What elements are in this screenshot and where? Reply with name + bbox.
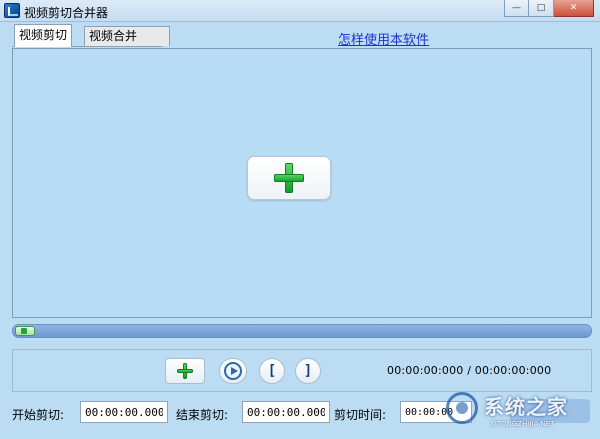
play-icon	[224, 362, 242, 380]
tab-video-merge[interactable]: 视频合并	[84, 26, 170, 46]
green-plus-icon	[177, 363, 193, 379]
watermark-text: 系统之家	[484, 395, 568, 419]
maximize-button[interactable]: □	[529, 0, 554, 17]
set-end-button[interactable]: ]	[295, 358, 321, 384]
bracket-right-icon: ]	[303, 363, 313, 379]
start-cut-label: 开始剪切:	[12, 408, 65, 422]
time-display: 00:00:00:000 / 00:00:00:000	[387, 364, 552, 377]
add-file-button[interactable]	[165, 358, 205, 384]
set-start-button[interactable]: [	[259, 358, 285, 384]
close-button[interactable]: ✕	[554, 0, 594, 17]
watermark-logo-icon	[446, 392, 478, 424]
end-cut-input[interactable]	[242, 401, 330, 423]
how-to-use-link[interactable]: 怎样使用本软件	[338, 29, 429, 48]
window-controls: — □ ✕	[504, 0, 594, 18]
minimize-button[interactable]: —	[504, 0, 529, 17]
tab-strip: 视频剪切 视频合并	[12, 24, 170, 47]
bracket-left-icon: [	[267, 363, 277, 379]
green-plus-icon	[274, 163, 304, 193]
play-button[interactable]	[219, 358, 247, 384]
window-title: 视频剪切合并器	[24, 6, 109, 20]
cut-duration-label: 剪切时间:	[334, 408, 387, 422]
add-video-button[interactable]	[247, 156, 331, 200]
tab-video-cut[interactable]: 视频剪切	[14, 24, 73, 47]
end-cut-label: 结束剪切:	[176, 408, 229, 422]
progress-handle[interactable]	[15, 326, 35, 336]
watermark: 系统之家 XITONGZHIJIA.NET	[444, 386, 600, 439]
watermark-subtext: XITONGZHIJIA.NET	[490, 420, 555, 428]
progress-bar[interactable]	[12, 324, 592, 338]
title-bar: 视频剪切合并器 — □ ✕	[0, 0, 600, 22]
app-icon	[4, 3, 20, 18]
start-cut-input[interactable]	[80, 401, 168, 423]
